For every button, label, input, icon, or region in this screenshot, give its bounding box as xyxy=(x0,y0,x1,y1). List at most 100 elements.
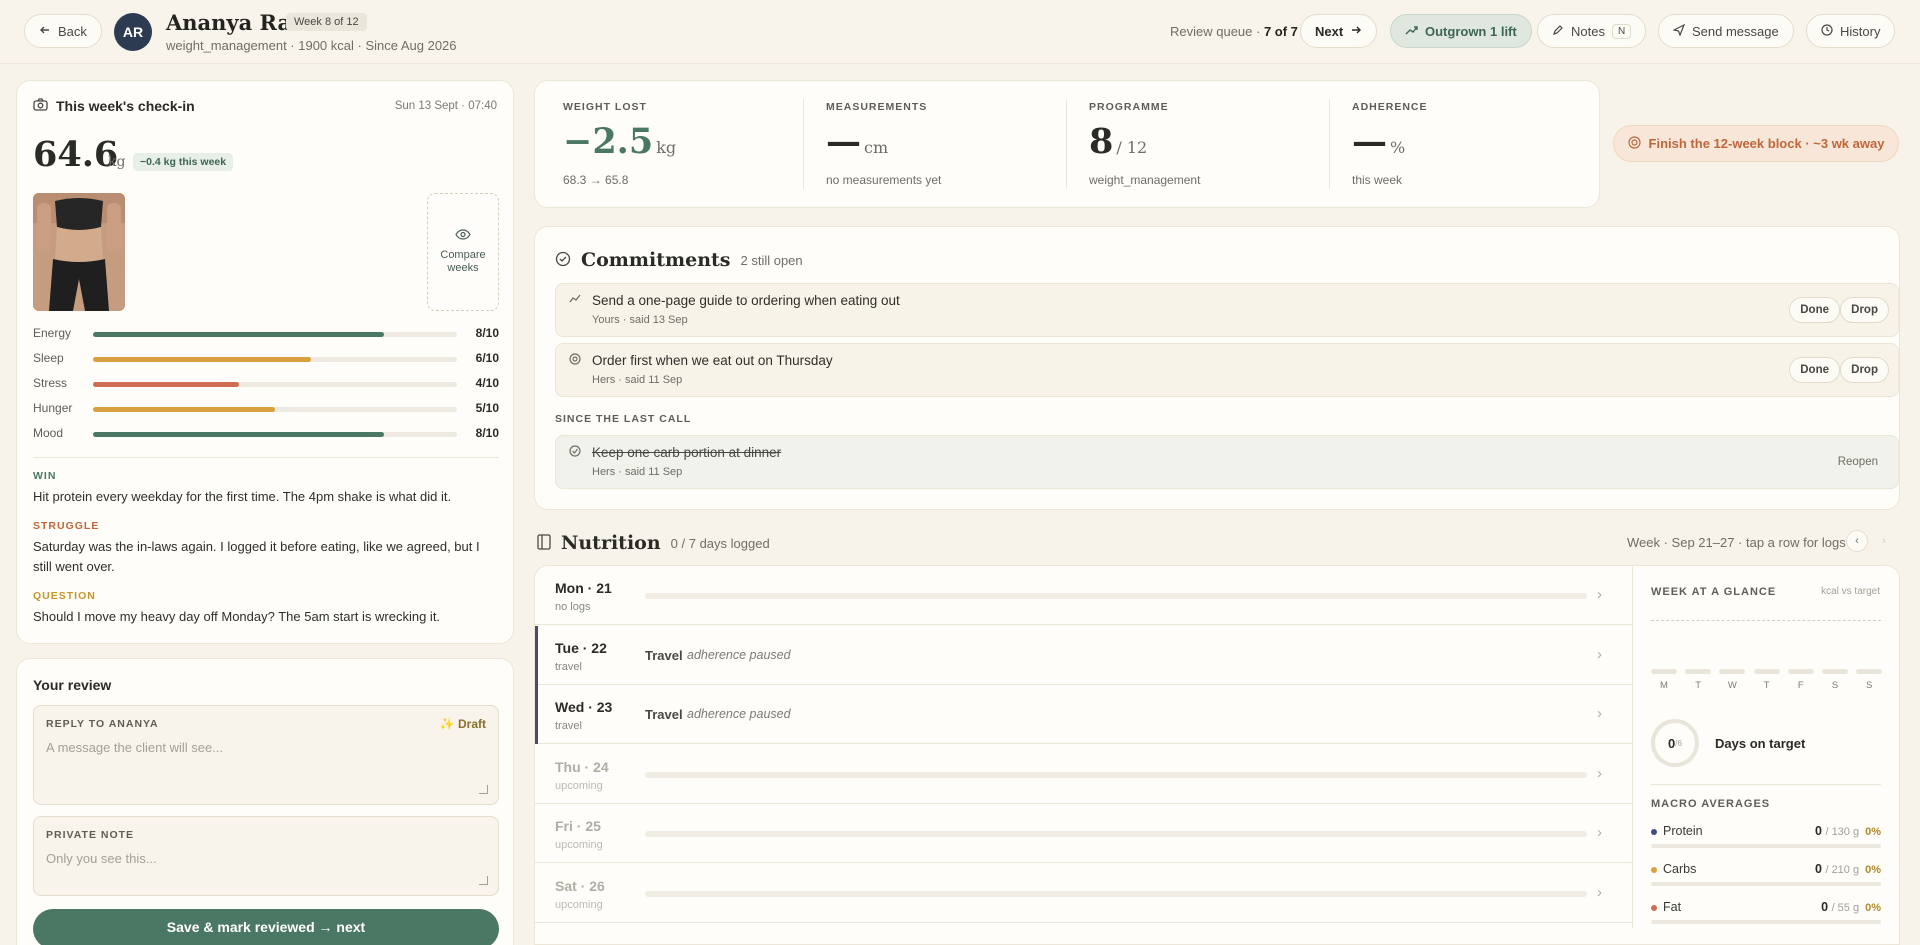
reopen-button[interactable]: Reopen xyxy=(1827,449,1889,475)
goal-pill[interactable]: Finish the 12-week block · ~3 wk away xyxy=(1613,125,1899,162)
commitments-header: Commitments 2 still open xyxy=(555,249,803,271)
back-button[interactable]: Back xyxy=(24,14,102,48)
macro-track xyxy=(1651,844,1881,848)
chevron-right-icon: › xyxy=(1597,824,1602,841)
reply-field[interactable]: REPLY TO ANANYA ✨ Draft A message the cl… xyxy=(33,705,499,805)
compare-label: Compare weeks xyxy=(440,248,486,275)
day-name: Tue · 22 xyxy=(555,639,607,656)
day-row[interactable]: Sat · 26 upcoming › xyxy=(535,864,1632,923)
metric-track xyxy=(93,382,457,387)
macro-amount: 0 xyxy=(1815,862,1822,876)
private-note-field[interactable]: PRIVATE NOTE Only you see this... xyxy=(33,816,499,896)
outgrown-lift-button[interactable]: Outgrown 1 lift xyxy=(1390,14,1532,48)
nutrition-card: Mon · 21 no logs › Tue · 22 travel Travel adhe… xyxy=(534,565,1900,945)
macro-color-dot xyxy=(1651,867,1657,873)
nutrition-header: Nutrition 0 / 7 days logged xyxy=(537,532,770,554)
progress-photo[interactable] xyxy=(33,193,125,311)
outgrown-label: Outgrown 1 lift xyxy=(1425,23,1517,39)
checkin-title: This week's check-in xyxy=(33,98,195,114)
target-icon xyxy=(569,353,581,368)
macro-name: Fat xyxy=(1663,900,1682,914)
glance-title: WEEK AT A GLANCE xyxy=(1651,586,1777,598)
target-line xyxy=(1651,620,1881,621)
drop-button[interactable]: Drop xyxy=(1840,297,1889,323)
top-bar: Back AR Ananya Rao Week 8 of 12 weight_m… xyxy=(0,0,1920,64)
private-note-placeholder: Only you see this... xyxy=(46,851,157,866)
stat-number: 8 xyxy=(1089,121,1114,162)
metric-label: Sleep xyxy=(33,351,64,365)
compare-weeks-button[interactable]: Compare weeks xyxy=(427,193,499,311)
chevron-right-icon: › xyxy=(1597,645,1602,663)
notes-button[interactable]: Notes N xyxy=(1537,14,1647,48)
done-button[interactable]: Done xyxy=(1789,357,1840,383)
stat-number: — xyxy=(1352,121,1387,162)
next-week-button[interactable]: › xyxy=(1873,530,1895,552)
day-status: no logs xyxy=(555,601,591,613)
day-name: Fri · 25 xyxy=(555,818,601,834)
metric-fill xyxy=(93,357,312,362)
commitment-text: Send a one-page guide to ordering when e… xyxy=(592,293,900,308)
kcal-bar xyxy=(645,831,1587,837)
day-row[interactable]: Thu · 24 upcoming › xyxy=(535,745,1632,804)
chevron-right-icon: › xyxy=(1597,764,1602,782)
prev-week-button[interactable]: ‹ xyxy=(1846,530,1868,552)
day-row[interactable]: Fri · 25 upcoming › xyxy=(535,804,1632,863)
kcal-day-bar xyxy=(1856,669,1883,674)
stat-programme: PROGRAMME 8/ 12 weight_management xyxy=(1089,81,1319,207)
day-row[interactable]: Mon · 21 no logs › xyxy=(535,566,1632,625)
kcal-day-bar xyxy=(1719,669,1746,674)
resize-handle-icon[interactable] xyxy=(479,785,488,794)
check-circle-icon xyxy=(555,251,571,270)
weekday-letter: T xyxy=(1695,680,1702,691)
metric-sleep: Sleep 6/10 xyxy=(33,349,499,369)
drop-button[interactable]: Drop xyxy=(1840,357,1889,383)
weekday-letter: W xyxy=(1727,680,1737,691)
kcal-day-bar xyxy=(1685,669,1712,674)
days-on-target-ring: 0/6 xyxy=(1651,719,1699,767)
macro-percent: 0% xyxy=(1865,864,1881,876)
day-status: travel xyxy=(555,720,582,732)
metric-value: 4/10 xyxy=(475,376,499,390)
macro-track xyxy=(1651,920,1881,924)
stat-value: 8/ 12 xyxy=(1089,121,1147,162)
commitment-meta: Hers · said 11 Sep xyxy=(592,374,683,386)
next-label: Next xyxy=(1315,23,1344,39)
metric-value: 6/10 xyxy=(475,351,499,365)
commitment-meta: Yours · said 13 Sep xyxy=(592,314,688,326)
glance-key: kcal vs target xyxy=(1821,586,1880,597)
macro-name: Protein xyxy=(1663,824,1703,838)
macro-target: / 55 g xyxy=(1831,902,1860,914)
day-name: Wed · 23 xyxy=(555,699,613,715)
days-on-target-label: Days on target xyxy=(1715,736,1806,751)
metric-track xyxy=(93,357,457,362)
commitments-title: Commitments xyxy=(581,249,731,271)
resize-handle-icon[interactable] xyxy=(479,876,488,885)
week-at-a-glance: WEEK AT A GLANCE kcal vs target MTWTFSS … xyxy=(1632,566,1898,928)
divider xyxy=(1329,99,1330,189)
send-message-button[interactable]: Send message xyxy=(1658,14,1794,48)
metric-value: 8/10 xyxy=(475,326,499,340)
kcal-day-bar xyxy=(1822,669,1848,674)
draft-indicator[interactable]: ✨ Draft xyxy=(440,717,486,731)
done-button[interactable]: Done xyxy=(1789,297,1840,323)
commitments-card: Commitments 2 still open Send a one-page… xyxy=(534,226,1900,510)
book-icon xyxy=(537,533,551,553)
day-row[interactable]: Tue · 22 travel Travel adherence paused › xyxy=(535,625,1632,685)
coach-icon xyxy=(569,293,581,308)
day-row[interactable]: Wed · 23 travel Travel adherence paused › xyxy=(535,685,1632,744)
nutrition-logged-count: 0 / 7 days logged xyxy=(670,535,770,551)
stats-card: WEIGHT LOST −2.5 kg 68.3 → 65.8 MEASUREME… xyxy=(534,80,1600,208)
eye-icon xyxy=(455,229,471,244)
kcal-day-bar xyxy=(1651,669,1677,674)
save-and-next-button[interactable]: Save & mark reviewed → next xyxy=(33,909,499,945)
stat-label: ADHERENCE xyxy=(1352,101,1428,113)
divider xyxy=(803,99,804,189)
checkin-timestamp: Sun 13 Sept · 07:40 xyxy=(394,100,497,112)
win-text: Hit protein every weekday for the first … xyxy=(33,489,452,504)
metric-fill xyxy=(93,432,385,437)
metric-label: Mood xyxy=(33,426,64,440)
closed-commitment-item: Keep one carb portion at dinner Hers · s… xyxy=(555,435,1899,489)
next-button[interactable]: Next xyxy=(1300,14,1378,48)
history-button[interactable]: History xyxy=(1806,14,1896,48)
review-queue-status: Review queue · 7 of 7 xyxy=(1170,24,1298,39)
